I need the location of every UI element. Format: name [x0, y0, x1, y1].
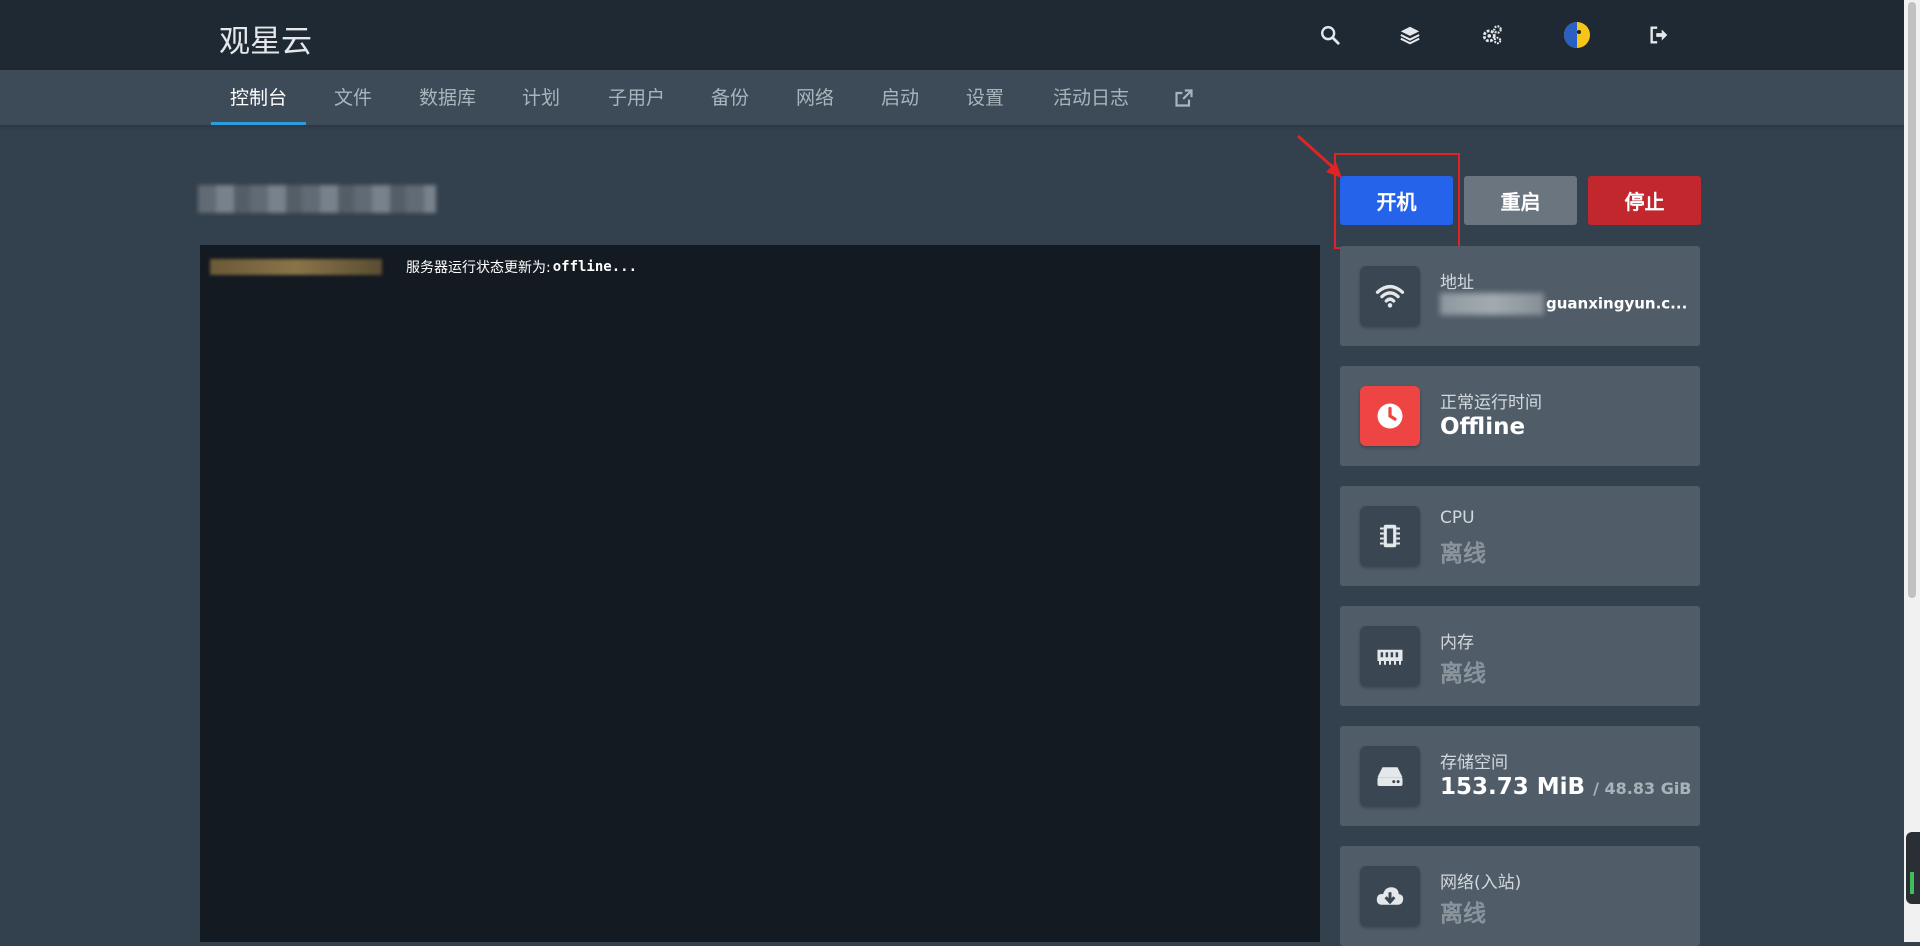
address-value[interactable]: guanxingyun.c...	[1440, 293, 1687, 315]
stat-card-network-in: 网络(入站) 离线	[1340, 846, 1700, 946]
stat-card-storage: 存储空间 153.73 MiB / 48.83 GiB	[1340, 726, 1700, 826]
gears-icon[interactable]	[1477, 20, 1507, 50]
tab-backups[interactable]: 备份	[692, 70, 768, 125]
console-terminal[interactable]: 服务器运行状态更新为: offline...	[200, 245, 1320, 942]
uptime-value: Offline	[1440, 414, 1526, 440]
layers-icon[interactable]	[1395, 20, 1425, 50]
tab-console[interactable]: 控制台	[211, 70, 307, 125]
search-icon[interactable]	[1315, 20, 1345, 50]
main-nav: 控制台 文件 数据库 计划 子用户 备份 网络 启动 设置 活动日志	[0, 70, 1904, 125]
console-line: 服务器运行状态更新为: offline...	[204, 252, 638, 278]
external-link-icon[interactable]	[1174, 88, 1194, 108]
memory-icon	[1360, 626, 1420, 686]
memory-label: 内存	[1440, 633, 1474, 653]
top-header: 观星云	[0, 0, 1904, 70]
page-scrollbar[interactable]	[1904, 0, 1920, 942]
clock-icon	[1360, 386, 1420, 446]
cpu-icon	[1360, 506, 1420, 566]
tab-settings[interactable]: 设置	[947, 70, 1023, 125]
side-widget-tab[interactable]	[1906, 832, 1920, 904]
storage-used: 153.73 MiB	[1440, 774, 1586, 800]
uptime-label: 正常运行时间	[1440, 393, 1542, 413]
tab-schedules[interactable]: 计划	[503, 70, 579, 125]
console-prefix-redacted	[210, 259, 382, 275]
annotation-arrow	[1296, 134, 1342, 178]
stat-card-cpu: CPU 离线	[1340, 486, 1700, 586]
cloud-download-icon	[1360, 866, 1420, 926]
address-redacted	[1440, 293, 1544, 315]
storage-value: 153.73 MiB / 48.83 GiB	[1440, 774, 1692, 800]
storage-limit: / 48.83 GiB	[1593, 779, 1692, 798]
network-in-label: 网络(入站)	[1440, 873, 1522, 893]
tab-files[interactable]: 文件	[315, 70, 391, 125]
console-message: 服务器运行状态更新为:	[406, 260, 551, 276]
tab-startup[interactable]: 启动	[862, 70, 938, 125]
tab-databases[interactable]: 数据库	[400, 70, 495, 125]
tab-network[interactable]: 网络	[777, 70, 853, 125]
brand-title[interactable]: 观星云	[219, 16, 312, 61]
cpu-value: 离线	[1440, 541, 1486, 567]
stat-card-memory: 内存 离线	[1340, 606, 1700, 706]
tab-subusers[interactable]: 子用户	[589, 70, 684, 125]
logout-icon[interactable]	[1644, 20, 1674, 50]
restart-button[interactable]: 重启	[1464, 176, 1577, 225]
memory-value: 离线	[1440, 661, 1486, 687]
stop-button[interactable]: 停止	[1588, 176, 1701, 225]
wifi-icon	[1360, 266, 1420, 326]
storage-label: 存储空间	[1440, 753, 1508, 773]
network-in-value: 离线	[1440, 901, 1486, 927]
stat-card-address: 地址 guanxingyun.c...	[1340, 246, 1700, 346]
cpu-label: CPU	[1440, 508, 1475, 528]
avatar[interactable]	[1562, 20, 1592, 50]
avatar-icon	[1564, 22, 1590, 48]
address-label: 地址	[1440, 273, 1474, 293]
console-status: offline...	[552, 259, 638, 275]
tab-activity-log[interactable]: 活动日志	[1034, 70, 1148, 125]
scrollbar-thumb[interactable]	[1908, 2, 1916, 598]
server-name-redacted	[198, 185, 436, 213]
stat-card-uptime: 正常运行时间 Offline	[1340, 366, 1700, 466]
start-button[interactable]: 开机	[1340, 176, 1453, 225]
hdd-icon	[1360, 746, 1420, 806]
